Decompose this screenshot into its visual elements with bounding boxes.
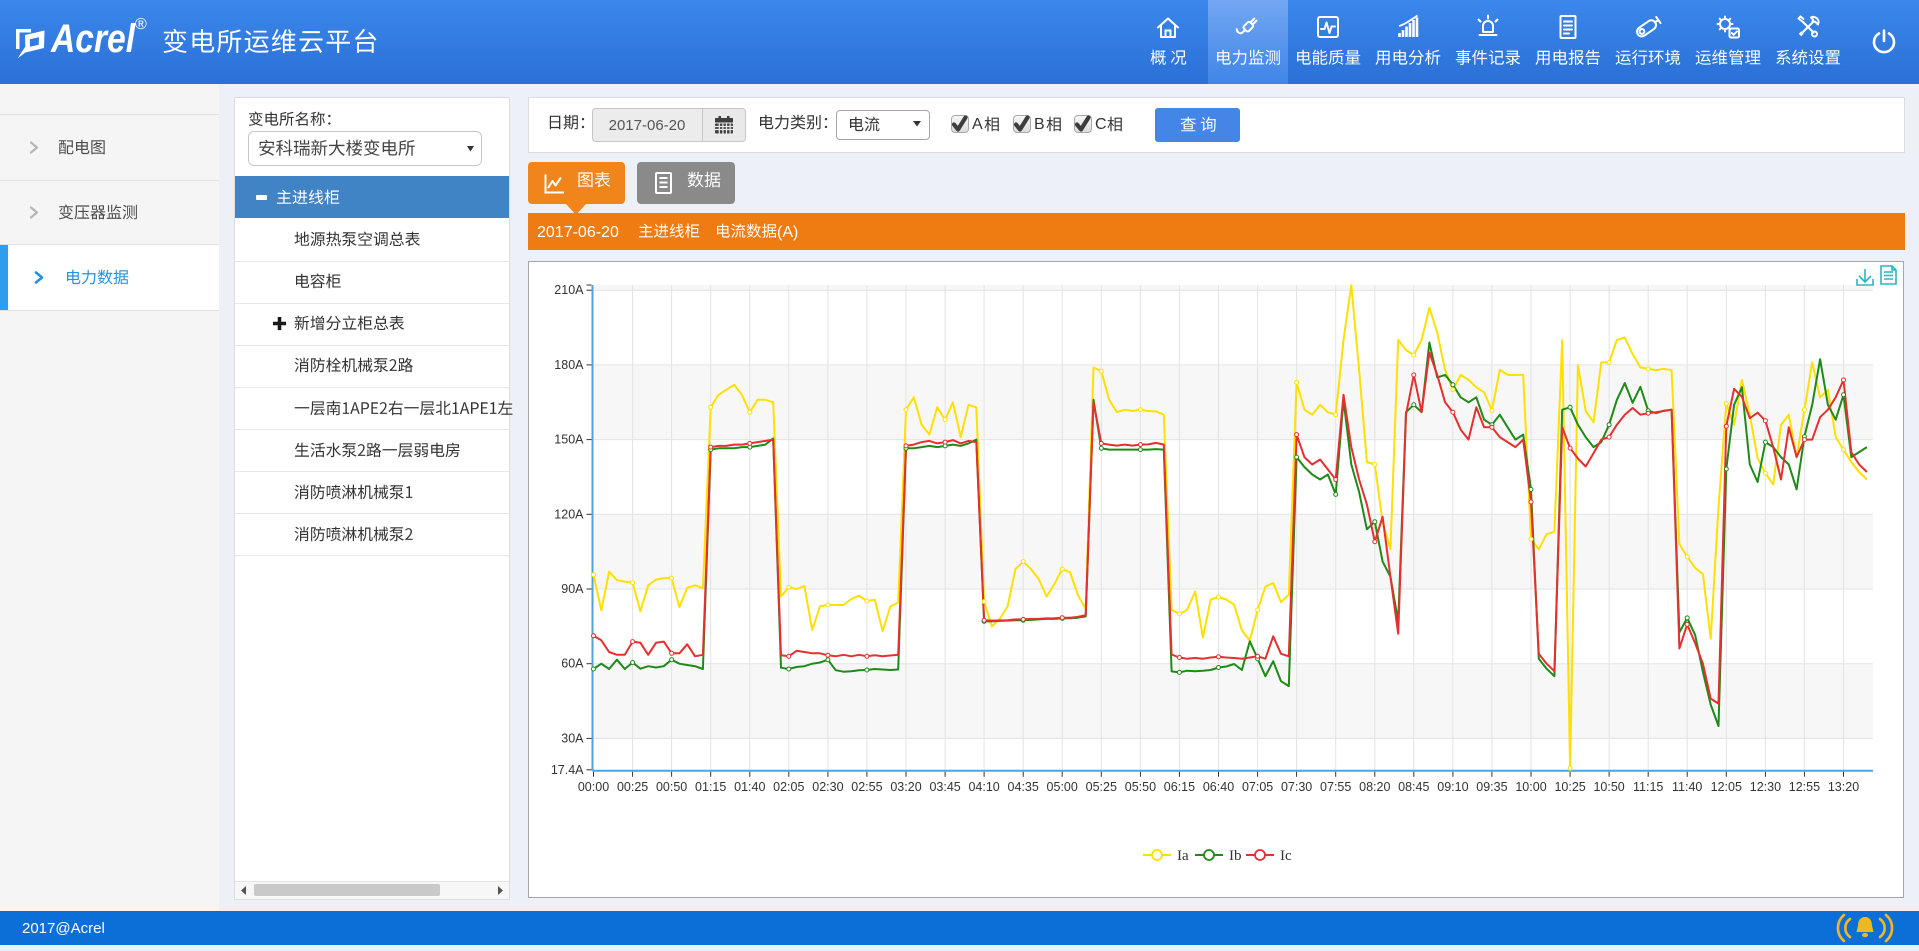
svg-text:10:00: 10:00 bbox=[1515, 780, 1546, 794]
svg-text:09:10: 09:10 bbox=[1437, 780, 1468, 794]
svg-text:13:20: 13:20 bbox=[1828, 780, 1859, 794]
svg-text:Ia: Ia bbox=[1177, 848, 1189, 864]
svg-text:00:00: 00:00 bbox=[578, 780, 609, 794]
svg-text:Ic: Ic bbox=[1280, 848, 1292, 864]
svg-text:90A: 90A bbox=[561, 582, 584, 596]
svg-text:03:45: 03:45 bbox=[929, 780, 960, 794]
svg-text:Ib: Ib bbox=[1229, 848, 1242, 864]
svg-text:120A: 120A bbox=[554, 507, 584, 521]
svg-text:10:25: 10:25 bbox=[1554, 780, 1585, 794]
svg-text:02:05: 02:05 bbox=[773, 780, 804, 794]
svg-text:06:15: 06:15 bbox=[1164, 780, 1195, 794]
svg-text:60A: 60A bbox=[561, 657, 584, 671]
svg-text:08:20: 08:20 bbox=[1359, 780, 1390, 794]
svg-text:02:55: 02:55 bbox=[851, 780, 882, 794]
svg-text:00:25: 00:25 bbox=[617, 780, 648, 794]
svg-text:11:15: 11:15 bbox=[1633, 780, 1663, 794]
svg-text:08:45: 08:45 bbox=[1398, 780, 1429, 794]
svg-text:07:30: 07:30 bbox=[1281, 780, 1312, 794]
svg-text:01:40: 01:40 bbox=[734, 780, 765, 794]
svg-text:180A: 180A bbox=[554, 358, 584, 372]
svg-text:05:00: 05:00 bbox=[1047, 780, 1078, 794]
svg-text:00:50: 00:50 bbox=[656, 780, 687, 794]
svg-text:04:35: 04:35 bbox=[1008, 780, 1039, 794]
svg-text:150A: 150A bbox=[554, 433, 584, 447]
svg-text:05:25: 05:25 bbox=[1086, 780, 1117, 794]
svg-text:03:20: 03:20 bbox=[890, 780, 921, 794]
svg-text:17.4A: 17.4A bbox=[551, 763, 584, 777]
svg-text:07:55: 07:55 bbox=[1320, 780, 1351, 794]
svg-text:210A: 210A bbox=[554, 283, 584, 297]
svg-text:12:30: 12:30 bbox=[1750, 780, 1781, 794]
svg-text:12:05: 12:05 bbox=[1711, 780, 1742, 794]
svg-text:04:10: 04:10 bbox=[968, 780, 999, 794]
svg-text:12:55: 12:55 bbox=[1789, 780, 1820, 794]
svg-text:10:50: 10:50 bbox=[1593, 780, 1624, 794]
svg-text:11:40: 11:40 bbox=[1672, 780, 1702, 794]
svg-text:05:50: 05:50 bbox=[1125, 780, 1156, 794]
svg-text:06:40: 06:40 bbox=[1203, 780, 1234, 794]
svg-text:09:35: 09:35 bbox=[1476, 780, 1507, 794]
svg-text:07:05: 07:05 bbox=[1242, 780, 1273, 794]
svg-text:30A: 30A bbox=[561, 731, 584, 745]
svg-text:01:15: 01:15 bbox=[695, 780, 726, 794]
svg-text:02:30: 02:30 bbox=[812, 780, 843, 794]
